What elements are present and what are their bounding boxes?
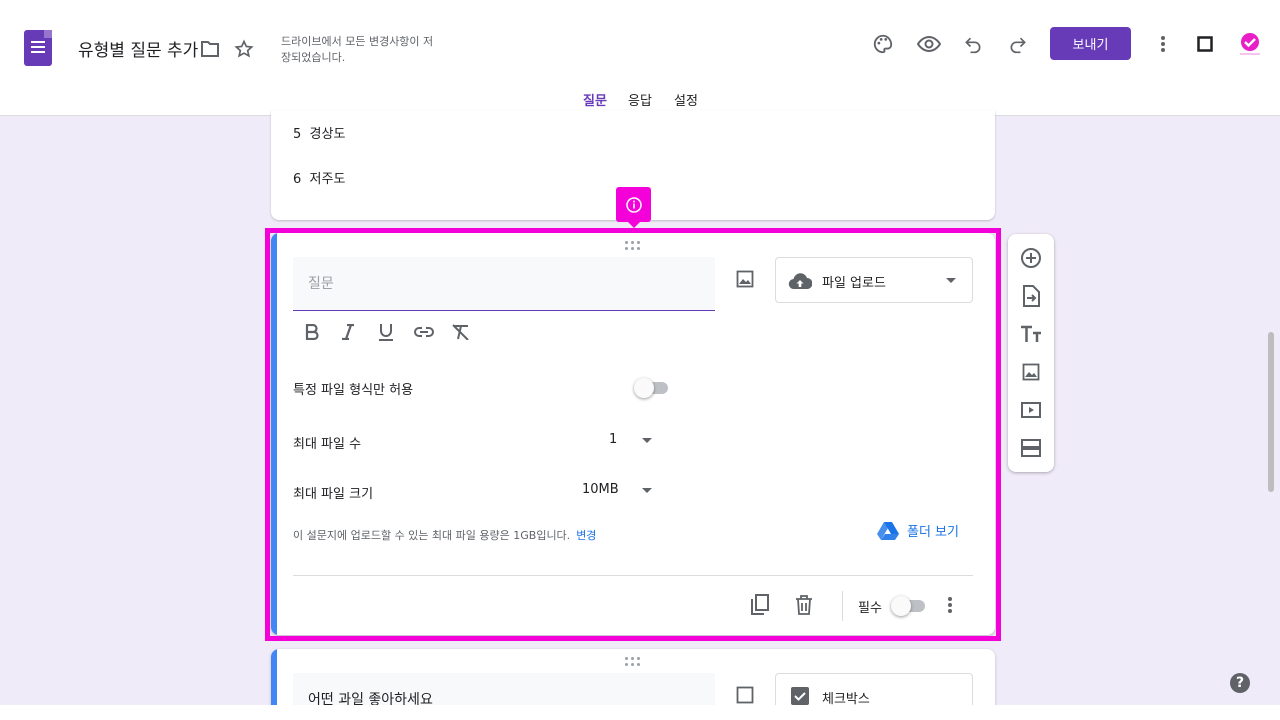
bottom-strip	[0, 705, 1280, 720]
max-files-select[interactable]: 1	[609, 432, 617, 447]
tab-questions[interactable]: 질문	[583, 90, 607, 109]
more-vert-icon[interactable]	[1151, 32, 1175, 56]
scrollbar[interactable]	[1266, 116, 1276, 706]
list-item[interactable]: 6 저주도	[293, 168, 345, 187]
help-icon[interactable]: ?	[1230, 673, 1250, 693]
chevron-down-icon[interactable]	[642, 488, 652, 493]
add-image-icon[interactable]	[733, 267, 757, 291]
upload-limit-text: 이 설문지에 업로드할 수 있는 최대 파일 용량은 1GB입니다. 변경	[293, 529, 597, 542]
question-input[interactable]: 어떤 과일 좋아하세요	[293, 673, 715, 709]
max-size-select[interactable]: 10MB	[582, 482, 619, 497]
checkbox-icon	[790, 686, 810, 706]
clear-format-icon[interactable]	[450, 321, 472, 343]
undo-icon[interactable]	[961, 32, 985, 56]
underline-icon[interactable]	[375, 321, 397, 343]
question-type-label: 파일 업로드	[822, 276, 886, 291]
view-folder-link[interactable]: 폴더 보기	[877, 521, 959, 540]
document-title[interactable]: 유형별 질문 추가	[78, 36, 198, 61]
question-type-select[interactable]: 체크박스	[775, 673, 973, 709]
question-input[interactable]	[293, 257, 715, 311]
next-question-card[interactable]: 어떤 과일 좋아하세요 체크박스	[271, 649, 995, 709]
tab-settings[interactable]: 설정	[674, 90, 698, 109]
required-label: 필수	[858, 601, 882, 616]
add-image-icon[interactable]	[733, 683, 757, 707]
add-section-icon[interactable]	[1019, 436, 1043, 460]
avatar[interactable]	[1234, 28, 1266, 60]
card-divider	[293, 575, 973, 576]
drag-handle-icon[interactable]	[623, 657, 643, 667]
send-button[interactable]: 보내기	[1050, 27, 1131, 60]
bold-icon[interactable]	[301, 321, 323, 343]
more-vert-icon[interactable]	[938, 593, 962, 617]
allow-file-types-label: 특정 파일 형식만 허용	[293, 383, 414, 398]
scrollbar-thumb[interactable]	[1268, 332, 1274, 492]
drag-handle-icon[interactable]	[623, 241, 643, 251]
max-size-label: 최대 파일 크기	[293, 487, 374, 502]
list-item[interactable]: 5 경상도	[293, 123, 345, 142]
italic-icon[interactable]	[337, 321, 359, 343]
app-header: 유형별 질문 추가 드라이브에서 모든 변경사항이 저장되었습니다. 보내기 질…	[0, 0, 1280, 116]
add-title-icon[interactable]	[1019, 322, 1043, 346]
folder-icon[interactable]	[199, 38, 221, 60]
required-toggle[interactable]	[891, 594, 927, 616]
cloud-upload-icon	[788, 270, 812, 292]
eye-icon[interactable]	[916, 32, 942, 56]
footer-divider	[842, 591, 843, 621]
star-icon[interactable]	[233, 38, 255, 60]
add-question-icon[interactable]	[1019, 246, 1043, 270]
change-limit-link[interactable]: 변경	[576, 529, 596, 542]
card-indicator	[271, 649, 277, 709]
import-questions-icon[interactable]	[1019, 284, 1043, 308]
duplicate-icon[interactable]	[747, 593, 771, 617]
add-video-icon[interactable]	[1019, 398, 1043, 422]
allow-file-types-toggle[interactable]	[634, 376, 670, 398]
chevron-down-icon	[946, 278, 956, 283]
chevron-down-icon[interactable]	[642, 438, 652, 443]
max-files-label: 최대 파일 수	[293, 437, 362, 452]
floating-toolbar	[1008, 234, 1054, 472]
square-icon[interactable]	[1193, 32, 1217, 56]
active-question-card[interactable]: 파일 업로드 특정 파일 형식만 허용 최대 파일 수 1 최대 파일 크기 1…	[271, 233, 995, 635]
delete-icon[interactable]	[792, 593, 816, 617]
active-card-indicator	[271, 233, 277, 635]
link-icon[interactable]	[413, 321, 435, 343]
save-status-text: 드라이브에서 모든 변경사항이 저장되었습니다.	[281, 35, 434, 64]
redo-icon[interactable]	[1006, 32, 1030, 56]
palette-icon[interactable]	[871, 32, 895, 56]
drive-icon	[877, 522, 899, 540]
add-image-icon[interactable]	[1019, 360, 1043, 384]
question-type-select[interactable]: 파일 업로드	[775, 257, 973, 303]
tab-responses[interactable]: 응답	[628, 90, 652, 109]
forms-logo-icon[interactable]	[24, 30, 52, 66]
info-icon	[616, 187, 651, 228]
